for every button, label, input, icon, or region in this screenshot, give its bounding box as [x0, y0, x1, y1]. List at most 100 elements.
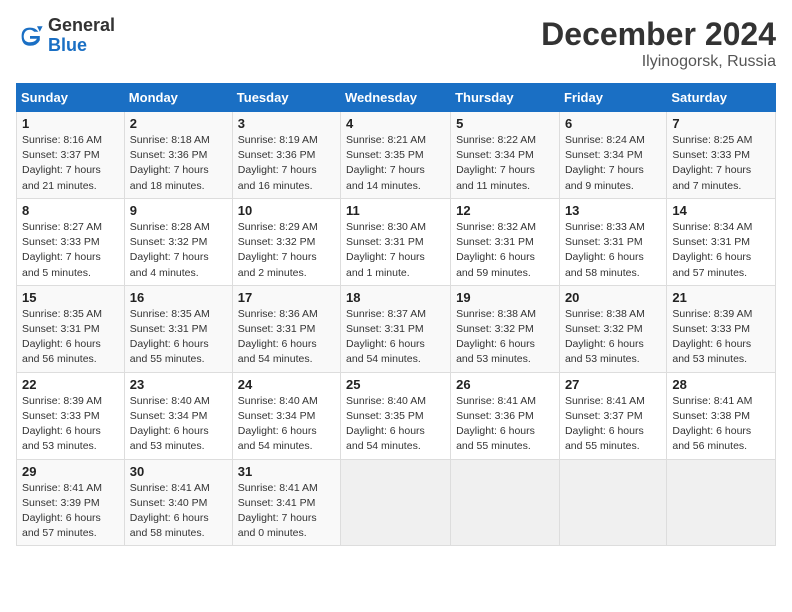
- day-detail: Sunrise: 8:35 AMSunset: 3:31 PMDaylight:…: [130, 307, 227, 368]
- day-number: 27: [565, 377, 661, 392]
- calendar-cell: 3 Sunrise: 8:19 AMSunset: 3:36 PMDaylight…: [232, 112, 340, 199]
- day-detail: Sunrise: 8:34 AMSunset: 3:31 PMDaylight:…: [672, 220, 770, 281]
- calendar-week-row: 8Sunrise: 8:27 AMSunset: 3:33 PMDaylight…: [17, 198, 776, 285]
- day-number: 13: [565, 203, 661, 218]
- weekday-header: Friday: [559, 84, 666, 112]
- calendar-cell: 12 Sunrise: 8:32 AMSunset: 3:31 PMDayligh…: [451, 198, 560, 285]
- calendar-cell: [341, 459, 451, 546]
- day-number: 22: [22, 377, 119, 392]
- day-detail: Sunrise: 8:30 AMSunset: 3:31 PMDaylight:…: [346, 220, 445, 281]
- calendar-cell: 1 Sunrise: 8:16 AMSunset: 3:37 PMDaylight…: [17, 112, 125, 199]
- calendar-cell: [559, 459, 666, 546]
- calendar-cell: 8Sunrise: 8:27 AMSunset: 3:33 PMDaylight…: [17, 198, 125, 285]
- day-detail: Sunrise: 8:28 AMSunset: 3:32 PMDaylight:…: [130, 220, 227, 281]
- day-number: 4: [346, 116, 445, 131]
- day-number: 7: [672, 116, 770, 131]
- day-detail: Sunrise: 8:21 AMSunset: 3:35 PMDaylight:…: [346, 133, 445, 194]
- calendar-week-row: 29Sunrise: 8:41 AMSunset: 3:39 PMDayligh…: [17, 459, 776, 546]
- weekday-header: Sunday: [17, 84, 125, 112]
- day-number: 14: [672, 203, 770, 218]
- calendar-cell: 7 Sunrise: 8:25 AMSunset: 3:33 PMDaylight…: [667, 112, 776, 199]
- day-number: 1: [22, 116, 119, 131]
- calendar-cell: 26 Sunrise: 8:41 AMSunset: 3:36 PMDayligh…: [451, 372, 560, 459]
- day-detail: Sunrise: 8:39 AMSunset: 3:33 PMDaylight:…: [672, 307, 770, 368]
- day-detail: Sunrise: 8:24 AMSunset: 3:34 PMDaylight:…: [565, 133, 661, 194]
- weekday-header: Tuesday: [232, 84, 340, 112]
- calendar-cell: 25Sunrise: 8:40 AMSunset: 3:35 PMDayligh…: [341, 372, 451, 459]
- day-number: 28: [672, 377, 770, 392]
- calendar-cell: 16Sunrise: 8:35 AMSunset: 3:31 PMDayligh…: [124, 285, 232, 372]
- day-detail: Sunrise: 8:32 AMSunset: 3:31 PMDaylight:…: [456, 220, 554, 281]
- calendar-cell: 23Sunrise: 8:40 AMSunset: 3:34 PMDayligh…: [124, 372, 232, 459]
- day-number: 2: [130, 116, 227, 131]
- calendar-cell: 17 Sunrise: 8:36 AMSunset: 3:31 PMDayligh…: [232, 285, 340, 372]
- day-detail: Sunrise: 8:40 AMSunset: 3:34 PMDaylight:…: [238, 394, 335, 455]
- day-number: 3: [238, 116, 335, 131]
- calendar-cell: [451, 459, 560, 546]
- calendar-cell: 9 Sunrise: 8:28 AMSunset: 3:32 PMDaylight…: [124, 198, 232, 285]
- day-number: 8: [22, 203, 119, 218]
- day-detail: Sunrise: 8:25 AMSunset: 3:33 PMDaylight:…: [672, 133, 770, 194]
- day-number: 19: [456, 290, 554, 305]
- calendar-cell: 21 Sunrise: 8:39 AMSunset: 3:33 PMDayligh…: [667, 285, 776, 372]
- day-detail: Sunrise: 8:41 AMSunset: 3:40 PMDaylight:…: [130, 481, 227, 542]
- day-detail: Sunrise: 8:35 AMSunset: 3:31 PMDaylight:…: [22, 307, 119, 368]
- calendar-table: SundayMondayTuesdayWednesdayThursdayFrid…: [16, 83, 776, 546]
- calendar-week-row: 1 Sunrise: 8:16 AMSunset: 3:37 PMDaylight…: [17, 112, 776, 199]
- day-number: 11: [346, 203, 445, 218]
- day-detail: Sunrise: 8:29 AMSunset: 3:32 PMDaylight:…: [238, 220, 335, 281]
- calendar-cell: 13Sunrise: 8:33 AMSunset: 3:31 PMDayligh…: [559, 198, 666, 285]
- day-number: 31: [238, 464, 335, 479]
- calendar-cell: 31 Sunrise: 8:41 AMSunset: 3:41 PMDayligh…: [232, 459, 340, 546]
- day-detail: Sunrise: 8:16 AMSunset: 3:37 PMDaylight:…: [22, 133, 119, 194]
- weekday-header: Saturday: [667, 84, 776, 112]
- calendar-week-row: 22 Sunrise: 8:39 AMSunset: 3:33 PMDayligh…: [17, 372, 776, 459]
- day-number: 21: [672, 290, 770, 305]
- calendar-cell: 18 Sunrise: 8:37 AMSunset: 3:31 PMDayligh…: [341, 285, 451, 372]
- day-detail: Sunrise: 8:40 AMSunset: 3:34 PMDaylight:…: [130, 394, 227, 455]
- day-detail: Sunrise: 8:22 AMSunset: 3:34 PMDaylight:…: [456, 133, 554, 194]
- calendar-week-row: 15 Sunrise: 8:35 AMSunset: 3:31 PMDayligh…: [17, 285, 776, 372]
- calendar-cell: 27Sunrise: 8:41 AMSunset: 3:37 PMDayligh…: [559, 372, 666, 459]
- day-number: 15: [22, 290, 119, 305]
- day-number: 5: [456, 116, 554, 131]
- day-detail: Sunrise: 8:41 AMSunset: 3:39 PMDaylight:…: [22, 481, 119, 542]
- day-number: 25: [346, 377, 445, 392]
- logo-general-text: General: [48, 15, 115, 35]
- day-number: 9: [130, 203, 227, 218]
- day-number: 12: [456, 203, 554, 218]
- calendar-cell: 6Sunrise: 8:24 AMSunset: 3:34 PMDaylight…: [559, 112, 666, 199]
- page-header: General Blue December 2024 Ilyinogorsk, …: [16, 16, 776, 71]
- month-title: December 2024: [541, 16, 776, 53]
- calendar-cell: 10 Sunrise: 8:29 AMSunset: 3:32 PMDayligh…: [232, 198, 340, 285]
- day-detail: Sunrise: 8:41 AMSunset: 3:38 PMDaylight:…: [672, 394, 770, 455]
- day-detail: Sunrise: 8:37 AMSunset: 3:31 PMDaylight:…: [346, 307, 445, 368]
- logo: General Blue: [16, 16, 115, 56]
- day-detail: Sunrise: 8:41 AMSunset: 3:36 PMDaylight:…: [456, 394, 554, 455]
- weekday-header: Wednesday: [341, 84, 451, 112]
- day-detail: Sunrise: 8:19 AMSunset: 3:36 PMDaylight:…: [238, 133, 335, 194]
- day-detail: Sunrise: 8:36 AMSunset: 3:31 PMDaylight:…: [238, 307, 335, 368]
- day-number: 26: [456, 377, 554, 392]
- day-number: 10: [238, 203, 335, 218]
- calendar-cell: [667, 459, 776, 546]
- calendar-cell: 29Sunrise: 8:41 AMSunset: 3:39 PMDayligh…: [17, 459, 125, 546]
- location: Ilyinogorsk, Russia: [541, 53, 776, 71]
- calendar-cell: 11 Sunrise: 8:30 AMSunset: 3:31 PMDayligh…: [341, 198, 451, 285]
- calendar-cell: 2Sunrise: 8:18 AMSunset: 3:36 PMDaylight…: [124, 112, 232, 199]
- calendar-cell: 4 Sunrise: 8:21 AMSunset: 3:35 PMDaylight…: [341, 112, 451, 199]
- day-detail: Sunrise: 8:41 AMSunset: 3:41 PMDaylight:…: [238, 481, 335, 542]
- day-detail: Sunrise: 8:39 AMSunset: 3:33 PMDaylight:…: [22, 394, 119, 455]
- day-number: 30: [130, 464, 227, 479]
- calendar-cell: 5 Sunrise: 8:22 AMSunset: 3:34 PMDaylight…: [451, 112, 560, 199]
- day-number: 18: [346, 290, 445, 305]
- weekday-header: Thursday: [451, 84, 560, 112]
- calendar-cell: 24Sunrise: 8:40 AMSunset: 3:34 PMDayligh…: [232, 372, 340, 459]
- day-number: 20: [565, 290, 661, 305]
- logo-blue-text: Blue: [48, 35, 87, 55]
- title-block: December 2024 Ilyinogorsk, Russia: [541, 16, 776, 71]
- day-number: 17: [238, 290, 335, 305]
- calendar-cell: 28 Sunrise: 8:41 AMSunset: 3:38 PMDayligh…: [667, 372, 776, 459]
- calendar-cell: 30 Sunrise: 8:41 AMSunset: 3:40 PMDayligh…: [124, 459, 232, 546]
- day-detail: Sunrise: 8:38 AMSunset: 3:32 PMDaylight:…: [456, 307, 554, 368]
